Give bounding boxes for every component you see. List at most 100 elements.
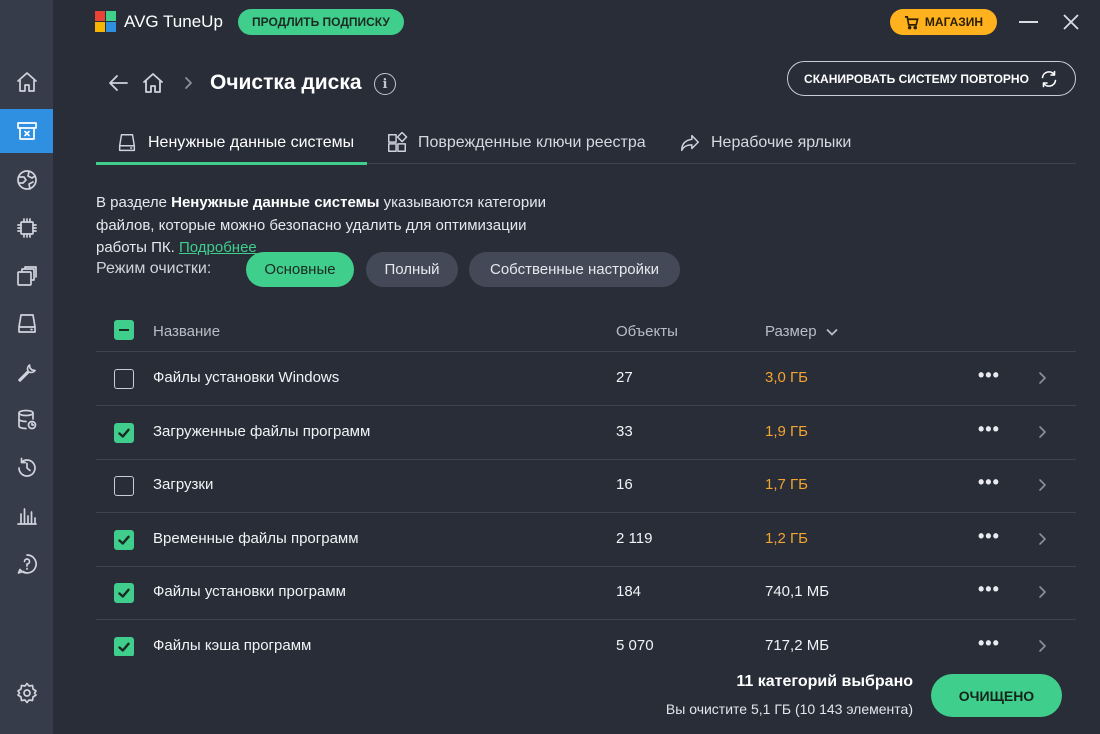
sidebar: [0, 0, 53, 734]
stats-icon: [16, 508, 37, 525]
category-size: 740,1 МБ: [765, 583, 830, 600]
section-description: В разделе Ненужные данные системы указыв…: [96, 192, 576, 260]
row-checkbox[interactable]: [114, 476, 134, 496]
object-count: 33: [616, 422, 633, 440]
breadcrumb-home[interactable]: [141, 71, 165, 95]
shop-label: МАГАЗИН: [924, 15, 984, 29]
category-size: 717,2 МБ: [765, 636, 830, 654]
nav-apps[interactable]: [0, 254, 53, 298]
nav-disk-cleanup[interactable]: [0, 109, 53, 153]
app-title: AVG TuneUp: [124, 12, 223, 31]
table-row[interactable]: Загрузки 16 1,7 ГБ •••: [96, 459, 1076, 513]
nav-settings[interactable]: [0, 671, 53, 715]
expand-row-button[interactable]: [1036, 639, 1048, 653]
description-text: В разделе: [96, 194, 172, 211]
close-icon: [1063, 14, 1079, 30]
row-checkbox[interactable]: [114, 422, 134, 443]
expand-row-button[interactable]: [1036, 478, 1048, 492]
rescan-button[interactable]: СКАНИРОВАТЬ СИСТЕМУ ПОВТОРНО: [787, 61, 1076, 96]
mode-custom-button[interactable]: Собственные настройки: [469, 252, 680, 287]
nav-tools[interactable]: [0, 351, 53, 395]
info-icon[interactable]: i: [374, 73, 396, 95]
tab-registry-keys[interactable]: Поврежденные ключи реестра: [386, 122, 646, 164]
history-icon: [17, 457, 36, 477]
shop-button[interactable]: МАГАЗИН: [890, 9, 997, 35]
drive-icon: [118, 134, 136, 152]
learn-more-link[interactable]: Подробнее: [179, 239, 257, 256]
more-options-button[interactable]: •••: [978, 472, 1000, 493]
cart-icon: [904, 15, 919, 29]
grid-icon: [388, 132, 408, 152]
web-icon: [16, 170, 37, 190]
table-row[interactable]: Файлы установки программ 184 740,1 МБ •••: [96, 566, 1076, 620]
nav-cpu[interactable]: [0, 206, 53, 250]
clean-button[interactable]: ОЧИЩЕНО: [931, 674, 1062, 717]
more-options-button[interactable]: •••: [978, 633, 1000, 654]
more-options-button[interactable]: •••: [978, 365, 1000, 386]
table-row[interactable]: Временные файлы программ 2 119 1,2 ГБ •••: [96, 513, 1076, 567]
chevron-down-icon: [825, 328, 838, 336]
nav-help[interactable]: [0, 542, 53, 586]
expand-row-button[interactable]: [1036, 532, 1048, 546]
description-bold: Ненужные данные системы: [171, 194, 380, 211]
nav-stats[interactable]: [0, 494, 53, 538]
check-icon: [118, 588, 130, 598]
column-size-header[interactable]: Размер: [765, 323, 839, 340]
renew-subscription-button[interactable]: ПРОДЛИТЬ ПОДПИСКУ: [238, 9, 404, 35]
apps-icon: [16, 266, 37, 286]
nav-home[interactable]: [0, 60, 53, 104]
table-row[interactable]: Файлы установки Windows 27 3,0 ГБ •••: [96, 352, 1076, 406]
page-title: Очистка диска: [210, 71, 362, 94]
table-header: Название Объекты Размер: [96, 312, 1076, 352]
chevron-right-icon: [1039, 479, 1046, 491]
more-options-button[interactable]: •••: [978, 526, 1000, 547]
table-row[interactable]: Загруженные файлы программ 33 1,9 ГБ •••: [96, 406, 1076, 460]
category-size: 3,0 ГБ: [765, 369, 808, 386]
tab-broken-shortcuts[interactable]: Нерабочие ярлыки: [679, 122, 851, 164]
disk-cleanup-icon: [16, 122, 37, 140]
more-options-button[interactable]: •••: [978, 419, 1000, 440]
column-name-header[interactable]: Название: [153, 323, 220, 340]
wrench-icon: [17, 364, 36, 382]
refresh-icon: [1041, 70, 1057, 87]
column-size-label: Размер: [765, 323, 817, 340]
category-name: Файлы установки Windows: [153, 369, 340, 386]
object-count: 5 070: [616, 636, 654, 654]
nav-history[interactable]: [0, 446, 53, 490]
nav-drive[interactable]: [0, 302, 53, 346]
tab-label: Нерабочие ярлыки: [711, 134, 852, 151]
expand-row-button[interactable]: [1036, 371, 1048, 385]
cpu-icon: [16, 218, 37, 238]
close-button[interactable]: [1061, 12, 1081, 32]
mode-full-button[interactable]: Полный: [366, 252, 458, 287]
row-checkbox[interactable]: [114, 529, 134, 550]
select-all-checkbox[interactable]: [114, 320, 134, 340]
row-checkbox[interactable]: [114, 369, 134, 389]
database-icon: [17, 409, 36, 430]
mode-basic-button[interactable]: Основные: [246, 252, 354, 287]
minimize-button[interactable]: [1019, 21, 1038, 23]
category-name: Файлы кэша программ: [153, 636, 312, 654]
chevron-right-icon: [1039, 532, 1046, 545]
share-arrow-icon: [681, 134, 699, 152]
object-count: 2 119: [616, 529, 653, 547]
expand-row-button[interactable]: [1036, 425, 1048, 439]
chevron-right-icon: [181, 75, 195, 91]
object-count: 27: [616, 369, 633, 386]
table-row[interactable]: Файлы кэша программ 5 070 717,2 МБ •••: [96, 620, 1076, 656]
arrow-left-icon: [109, 75, 128, 91]
row-checkbox[interactable]: [114, 636, 134, 656]
category-name: Загрузки: [153, 476, 214, 493]
expand-row-button[interactable]: [1036, 585, 1048, 599]
column-objects-header[interactable]: Объекты: [616, 323, 678, 340]
more-options-button[interactable]: •••: [978, 579, 1000, 600]
back-button[interactable]: [107, 72, 129, 94]
help-icon: [17, 554, 37, 574]
tab-junk-data[interactable]: Ненужные данные системы: [96, 122, 367, 165]
row-checkbox[interactable]: [114, 583, 134, 603]
main-panel: AVG TuneUp ПРОДЛИТЬ ПОДПИСКУ МАГАЗИН Очи…: [53, 0, 1100, 734]
object-count: 16: [616, 476, 633, 493]
nav-database[interactable]: [0, 398, 53, 442]
nav-web[interactable]: [0, 158, 53, 202]
drive-icon: [17, 314, 36, 333]
